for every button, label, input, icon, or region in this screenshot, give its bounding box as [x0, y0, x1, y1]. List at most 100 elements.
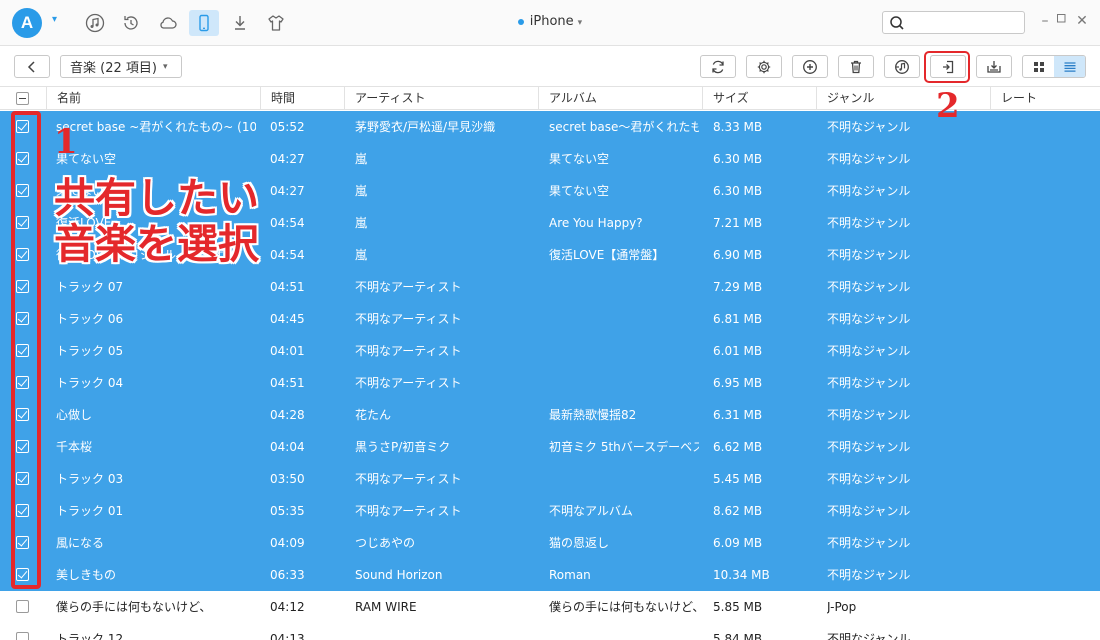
table-row[interactable]: 僕らの手には何もないけど、 04:12 RAM WIRE 僕らの手には何もないけど、 5… — [0, 591, 1100, 623]
table-row[interactable]: 風になる 04:09 つじあやの 猫の恩返し 6.09 MB 不明なジャンル — [0, 527, 1100, 559]
app-logo[interactable]: A — [12, 8, 42, 38]
cell-time: 04:51 — [270, 280, 305, 294]
close-button[interactable]: ✕ — [1074, 13, 1090, 29]
table-row[interactable]: トラック 06 04:45 不明なアーティスト 6.81 MB 不明なジャンル — [0, 303, 1100, 335]
maximize-button[interactable] — [1054, 13, 1070, 29]
refresh-icon — [712, 60, 724, 73]
device-icon[interactable] — [189, 10, 219, 36]
search-box[interactable] — [882, 11, 1025, 34]
row-checkbox[interactable] — [16, 344, 29, 357]
category-label: 音楽 (22 項目) — [70, 61, 157, 76]
logo-menu-caret-icon[interactable]: ▾ — [52, 14, 57, 25]
device-name: iPhone — [529, 14, 574, 29]
table-row[interactable]: 美しきもの 06:33 Sound Horizon Roman 10.34 MB 不明なジ… — [0, 559, 1100, 591]
cell-name: トラック 06 — [56, 312, 124, 326]
add-button[interactable] — [792, 55, 828, 78]
select-all-checkbox[interactable] — [16, 92, 29, 105]
tshirt-icon[interactable] — [261, 10, 291, 36]
delete-button[interactable] — [838, 55, 874, 78]
grid-view-button[interactable] — [1023, 56, 1054, 77]
table-row[interactable]: トラック 04 04:51 不明なアーティスト 6.95 MB 不明なジャンル — [0, 367, 1100, 399]
col-name-header[interactable]: 名前 — [46, 87, 260, 109]
col-genre-header[interactable]: ジャンル — [816, 87, 990, 109]
row-checkbox[interactable] — [16, 408, 29, 421]
row-checkbox[interactable] — [16, 472, 29, 485]
settings-button[interactable] — [746, 55, 782, 78]
col-artist-header[interactable]: アーティスト — [344, 87, 538, 109]
cell-album: Roman — [549, 568, 591, 582]
cell-genre: 不明なジャンル — [827, 408, 911, 422]
row-checkbox[interactable] — [16, 120, 29, 133]
table-row[interactable]: トラック 07 04:51 不明なアーティスト 7.29 MB 不明なジャンル — [0, 271, 1100, 303]
row-checkbox[interactable] — [16, 184, 29, 197]
device-selector[interactable]: iPhone ▾ — [500, 14, 600, 29]
app-window: A ▾ iPhone ▾ – ✕ 音楽 (22 項目) ▾ 名前 時間 アーティ… — [0, 0, 1100, 640]
cell-album: 最新熱歌慢揺82 — [549, 408, 637, 422]
cell-album: 果てない空 — [549, 184, 610, 198]
col-album-header[interactable]: アルバム — [538, 87, 702, 109]
col-time-header[interactable]: 時間 — [260, 87, 344, 109]
row-checkbox[interactable] — [16, 504, 29, 517]
row-checkbox[interactable] — [16, 536, 29, 549]
table-row[interactable]: secret base ~君がくれたもの~ (10 yea... 05:52 茅野愛… — [0, 111, 1100, 143]
row-checkbox[interactable] — [16, 600, 29, 613]
cell-album — [549, 271, 699, 303]
chevron-down-icon: ▾ — [162, 61, 168, 72]
song-table: secret base ~君がくれたもの~ (10 yea... 05:52 茅野愛… — [0, 111, 1100, 640]
music-transfer-icon — [895, 59, 909, 74]
table-row[interactable]: 果てない空 04:27 嵐 果てない空 6.30 MB 不明なジャンル — [0, 175, 1100, 207]
cell-album: 果てない空 — [549, 152, 610, 166]
row-checkbox[interactable] — [16, 376, 29, 389]
table-row[interactable]: トラック 12 04:13 5.84 MB 不明なジャンル — [0, 623, 1100, 640]
col-rating-header[interactable]: レート — [990, 87, 1100, 109]
refresh-button[interactable] — [700, 55, 736, 78]
cell-name: 復活LOVE — [56, 216, 112, 230]
cell-size: 10.34 MB — [713, 568, 770, 582]
to-itunes-button[interactable] — [884, 55, 920, 78]
cell-artist: 不明なアーティスト — [355, 344, 462, 358]
row-checkbox[interactable] — [16, 568, 29, 581]
icloud-icon[interactable] — [153, 10, 183, 36]
cell-artist: 嵐 — [355, 152, 368, 166]
cell-time: 04:13 — [270, 632, 305, 640]
col-size-header[interactable]: サイズ — [702, 87, 816, 109]
list-view-button[interactable] — [1054, 56, 1085, 77]
download-icon[interactable] — [225, 10, 255, 36]
cell-name: トラック 12 — [56, 632, 124, 640]
row-checkbox[interactable] — [16, 280, 29, 293]
cell-size: 6.81 MB — [713, 312, 763, 326]
cell-album: secret base〜君がくれたも... — [549, 120, 699, 134]
cell-time: 04:27 — [270, 184, 305, 198]
row-checkbox[interactable] — [16, 152, 29, 165]
search-input[interactable] — [909, 14, 1019, 31]
cell-artist: 嵐 — [355, 184, 368, 198]
cell-name: トラック 07 — [56, 280, 124, 294]
cell-genre: 不明なジャンル — [827, 536, 911, 550]
row-checkbox[interactable] — [16, 440, 29, 453]
backup-icon[interactable] — [116, 10, 146, 36]
itunes-music-icon[interactable] — [80, 10, 110, 36]
table-row[interactable]: 心做し 04:28 花たん 最新熱歌慢揺82 6.31 MB 不明なジャンル — [0, 399, 1100, 431]
category-dropdown[interactable]: 音楽 (22 項目) ▾ — [60, 55, 182, 78]
cell-genre: 不明なジャンル — [827, 376, 911, 390]
table-row[interactable]: 千本桜 04:04 黒うさP/初音ミク 初音ミク 5thバースデーベスト... 6.62… — [0, 431, 1100, 463]
row-checkbox[interactable] — [16, 216, 29, 229]
row-checkbox[interactable] — [16, 312, 29, 325]
minimize-button[interactable]: – — [1037, 13, 1053, 29]
back-button[interactable] — [14, 55, 50, 78]
table-row[interactable]: トラック 01 05:35 不明なアーティスト 不明なアルバム 8.62 MB 不明なジャ… — [0, 495, 1100, 527]
trash-icon — [851, 60, 861, 73]
table-row[interactable]: トラック 03 03:50 不明なアーティスト 5.45 MB 不明なジャンル — [0, 463, 1100, 495]
cell-name: トラック 01 — [56, 504, 124, 518]
row-checkbox[interactable] — [16, 632, 29, 640]
table-row[interactable]: 果てない空 04:27 嵐 果てない空 6.30 MB 不明なジャンル — [0, 143, 1100, 175]
cell-genre: 不明なジャンル — [827, 504, 911, 518]
cell-time: 04:04 — [270, 440, 305, 454]
cell-genre: 不明なジャンル — [827, 216, 911, 230]
table-row[interactable]: 復活LOVE 04:54 嵐 Are You Happy? 7.21 MB 不明なジャンル — [0, 207, 1100, 239]
table-row[interactable]: 復活LOVE(オリジナル・カラオケ) 04:54 嵐 復活LOVE【通常盤】 6.90 … — [0, 239, 1100, 271]
export-to-device-button[interactable] — [976, 55, 1012, 78]
table-row[interactable]: トラック 05 04:01 不明なアーティスト 6.01 MB 不明なジャンル — [0, 335, 1100, 367]
row-checkbox[interactable] — [16, 248, 29, 261]
top-bar: A ▾ iPhone ▾ – ✕ — [0, 0, 1100, 46]
